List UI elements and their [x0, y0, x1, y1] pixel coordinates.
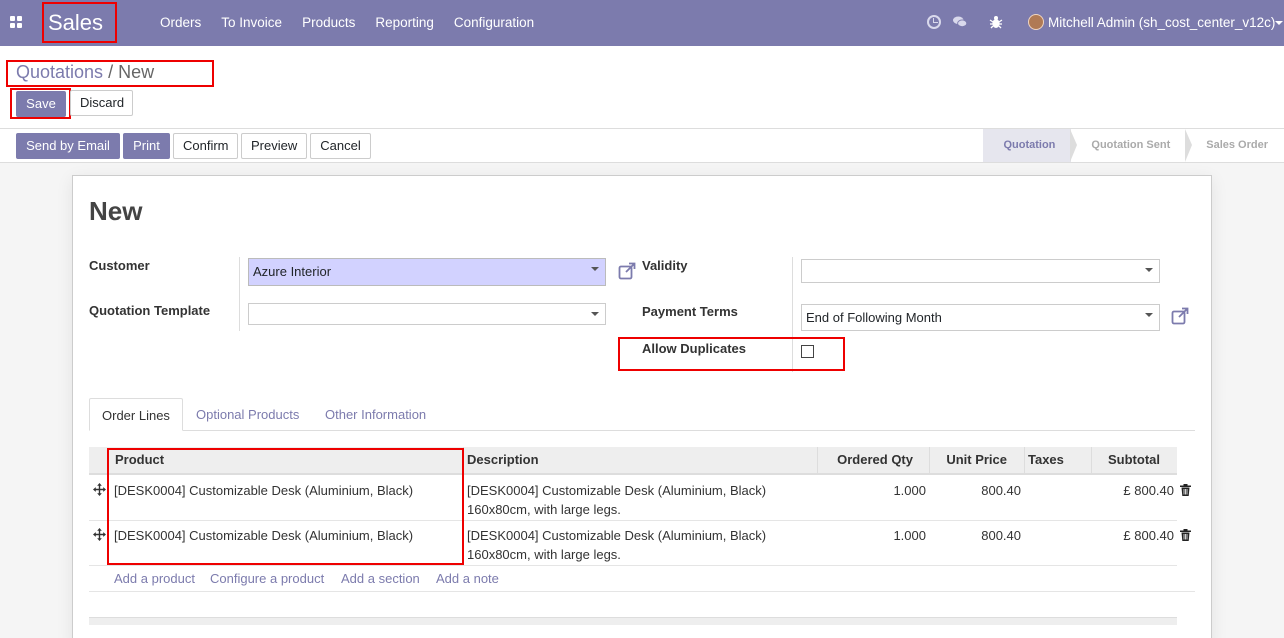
cell-ordered-qty[interactable]: 1.000 — [839, 526, 926, 545]
drag-handle-icon[interactable] — [93, 528, 106, 541]
user-menu-name[interactable]: Mitchell Admin (sh_cost_center_v12c) — [1048, 0, 1275, 46]
col-divider — [1091, 447, 1092, 473]
chevron-down-icon[interactable] — [1275, 21, 1283, 25]
breadcrumb-current: New — [118, 62, 155, 82]
table-footer — [89, 617, 1177, 625]
stage-sales-order[interactable]: Sales Order — [1186, 129, 1284, 162]
add-product-link[interactable]: Add a product — [114, 571, 195, 586]
record-title: New — [89, 196, 143, 226]
quotation-template-label: Quotation Template — [89, 303, 211, 318]
menu-orders[interactable]: Orders — [150, 0, 211, 46]
preview-button[interactable]: Preview — [241, 133, 307, 159]
add-section-link[interactable]: Add a section — [341, 571, 420, 586]
breadcrumb-separator: / — [108, 62, 114, 82]
menu-to-invoice[interactable]: To Invoice — [211, 0, 292, 46]
cell-description[interactable]: [DESK0004] Customizable Desk (Aluminium,… — [467, 481, 766, 519]
quotation-template-field[interactable] — [248, 303, 606, 325]
label-divider — [239, 257, 240, 331]
external-link-icon[interactable] — [618, 262, 636, 280]
description-line-2: 160x80cm, with large legs. — [467, 547, 621, 562]
col-divider — [1024, 447, 1025, 473]
customer-label: Customer — [89, 258, 150, 273]
description-line-2: 160x80cm, with large legs. — [467, 502, 621, 517]
validity-date-field[interactable] — [801, 259, 1160, 283]
menu-products[interactable]: Products — [292, 0, 365, 46]
cancel-button[interactable]: Cancel — [310, 133, 371, 159]
tab-order-lines[interactable]: Order Lines — [89, 398, 183, 431]
drag-handle-icon[interactable] — [93, 483, 106, 496]
notebook-tabs: Order Lines Optional Products Other Info… — [89, 398, 1195, 431]
top-navbar: Sales Orders To Invoice Products Reporti… — [0, 0, 1284, 46]
status-bar: Send by Email Print Confirm Preview Canc… — [0, 129, 1284, 163]
payment-terms-field[interactable]: End of Following Month — [801, 304, 1160, 331]
cell-subtotal: £ 800.40 — [1123, 483, 1174, 498]
col-description[interactable]: Description — [467, 447, 539, 473]
stage-quotation-sent[interactable]: Quotation Sent — [1071, 129, 1193, 162]
validity-label: Validity — [642, 258, 688, 273]
external-link-icon[interactable] — [1171, 307, 1189, 325]
col-subtotal[interactable]: Subtotal — [1093, 447, 1160, 473]
cell-unit-price[interactable]: 800.40 — [939, 526, 1021, 545]
stage-pipeline: Quotation Quotation Sent Sales Order — [983, 129, 1284, 162]
configure-product-link[interactable]: Configure a product — [210, 571, 324, 586]
messaging-icon[interactable] — [953, 15, 967, 29]
allow-duplicates-label: Allow Duplicates — [642, 341, 747, 356]
menu-reporting[interactable]: Reporting — [365, 0, 444, 46]
menu-configuration[interactable]: Configuration — [444, 0, 544, 46]
activity-clock-icon[interactable] — [927, 15, 941, 29]
trash-icon[interactable] — [1180, 484, 1191, 496]
apps-menu-icon[interactable] — [10, 16, 23, 29]
user-avatar[interactable] — [1028, 14, 1044, 30]
app-brand[interactable]: Sales — [42, 2, 117, 43]
col-divider — [929, 447, 930, 473]
form-sheet: New Customer Azure Interior Quotation Te… — [72, 175, 1212, 638]
save-button[interactable]: Save — [16, 91, 66, 117]
col-unit-price[interactable]: Unit Price — [931, 447, 1007, 473]
trash-icon[interactable] — [1180, 529, 1191, 541]
confirm-button[interactable]: Confirm — [173, 133, 238, 159]
description-line-1: [DESK0004] Customizable Desk (Aluminium,… — [467, 528, 767, 543]
cell-ordered-qty[interactable]: 1.000 — [839, 481, 926, 500]
main-menu: Orders To Invoice Products Reporting Con… — [150, 0, 544, 46]
breadcrumb: Quotations / New — [6, 60, 214, 87]
debug-bug-icon[interactable] — [989, 15, 1003, 29]
print-button[interactable]: Print — [123, 133, 170, 159]
description-line-1: [DESK0004] Customizable Desk (Aluminium,… — [467, 483, 767, 498]
customer-field[interactable]: Azure Interior — [248, 258, 606, 286]
tab-optional-products[interactable]: Optional Products — [184, 398, 311, 431]
cell-subtotal: £ 800.40 — [1123, 528, 1174, 543]
stage-quotation[interactable]: Quotation — [983, 129, 1078, 162]
payment-terms-label: Payment Terms — [642, 304, 738, 319]
cell-unit-price[interactable]: 800.40 — [939, 481, 1021, 500]
discard-button[interactable]: Discard — [70, 90, 133, 116]
add-line-row: Add a product Configure a product Add a … — [89, 566, 1195, 592]
add-note-link[interactable]: Add a note — [436, 571, 499, 586]
tab-other-information[interactable]: Other Information — [313, 398, 438, 431]
allow-duplicates-checkbox[interactable] — [801, 345, 814, 358]
cell-description[interactable]: [DESK0004] Customizable Desk (Aluminium,… — [467, 526, 766, 564]
send-by-email-button[interactable]: Send by Email — [16, 133, 120, 159]
col-ordered-qty[interactable]: Ordered Qty — [819, 447, 913, 473]
col-taxes[interactable]: Taxes — [1028, 447, 1064, 473]
product-column-highlight — [107, 448, 464, 565]
breadcrumb-quotations[interactable]: Quotations — [16, 62, 103, 82]
col-divider — [817, 447, 818, 473]
